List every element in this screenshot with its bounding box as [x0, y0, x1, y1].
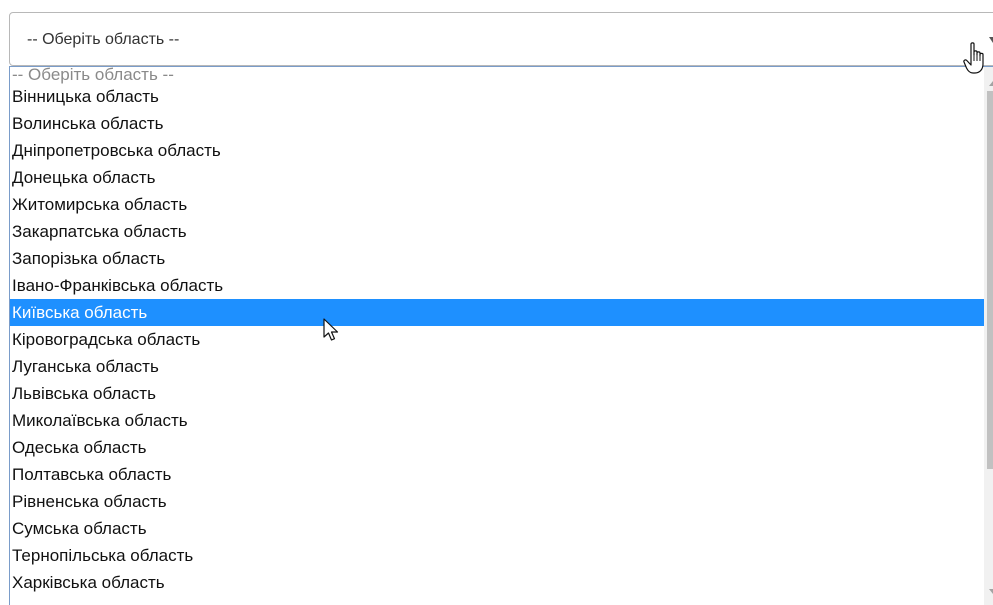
page: -- Оберіть область -- -- Оберіть область…	[0, 0, 993, 605]
option-lvivska[interactable]: Львівська область	[10, 380, 984, 407]
option-ivano-frankivska[interactable]: Івано-Франківська область	[10, 272, 984, 299]
option-dnipropetrovska[interactable]: Дніпропетровська область	[10, 137, 984, 164]
option-volynska[interactable]: Волинська область	[10, 110, 984, 137]
option-list: -- Оберіть область -- Вінницька область …	[10, 67, 984, 596]
option-vinnytska[interactable]: Вінницька область	[10, 83, 984, 110]
vertical-scrollbar[interactable]	[984, 67, 993, 605]
option-zakarpatska[interactable]: Закарпатська область	[10, 218, 984, 245]
option-ternopilska[interactable]: Тернопільська область	[10, 542, 984, 569]
option-placeholder[interactable]: -- Оберіть область --	[10, 67, 984, 83]
region-dropdown-list[interactable]: -- Оберіть область -- Вінницька область …	[9, 66, 993, 605]
option-rivnenska[interactable]: Рівненська область	[10, 488, 984, 515]
option-sumska[interactable]: Сумська область	[10, 515, 984, 542]
option-kharkivska[interactable]: Харківська область	[10, 569, 984, 596]
region-select-value: -- Оберіть область --	[27, 31, 180, 48]
option-zhytomyrska[interactable]: Житомирська область	[10, 191, 984, 218]
region-select[interactable]: -- Оберіть область --	[9, 12, 993, 66]
option-kirovohradska[interactable]: Кіровоградська область	[10, 326, 984, 353]
option-kyivska[interactable]: Київська область	[10, 299, 984, 326]
option-luhanska[interactable]: Луганська область	[10, 353, 984, 380]
option-donetska[interactable]: Донецька область	[10, 164, 984, 191]
option-zaporizka[interactable]: Запорізька область	[10, 245, 984, 272]
scrollbar-thumb[interactable]	[987, 91, 993, 469]
scroll-down-arrow-icon[interactable]	[989, 589, 993, 594]
hand-pointer-icon	[963, 42, 984, 74]
option-mykolaivska[interactable]: Миколаївська область	[10, 407, 984, 434]
option-odeska[interactable]: Одеська область	[10, 434, 984, 461]
option-poltavska[interactable]: Полтавська область	[10, 461, 984, 488]
arrow-pointer-icon	[323, 318, 339, 341]
scroll-up-arrow-icon[interactable]	[989, 81, 993, 86]
